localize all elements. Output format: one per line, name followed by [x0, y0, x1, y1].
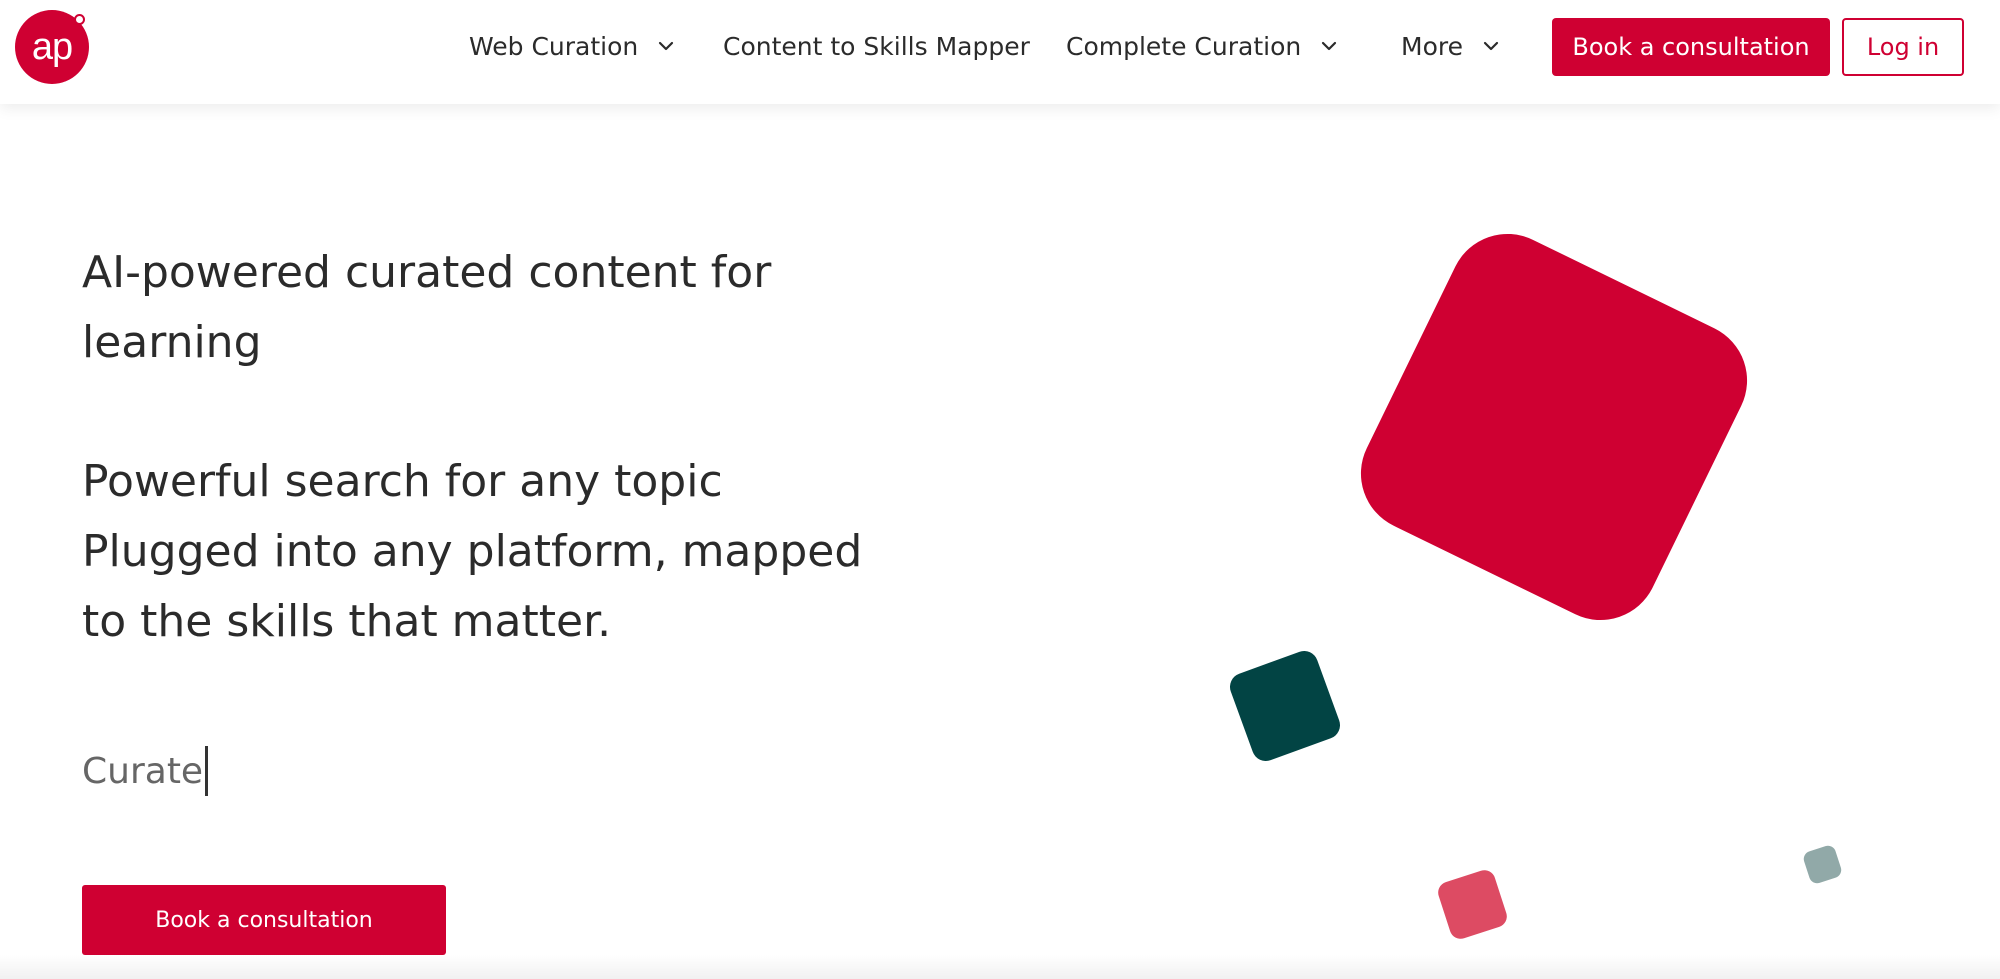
nav-item-label: Complete Curation: [1066, 31, 1302, 61]
chevron-down-icon: [1322, 41, 1337, 51]
nav-item-label: Content to Skills Mapper: [723, 31, 1030, 61]
hero-subtext: Powerful search for any topic Plugged in…: [82, 447, 862, 657]
login-button[interactable]: Log in: [1842, 18, 1964, 76]
typed-word: Curate: [82, 750, 204, 792]
logo-text: ap: [31, 25, 73, 68]
nav-item-web-curation[interactable]: Web Curation: [469, 26, 676, 66]
decorative-grey-square: [1801, 843, 1844, 886]
nav-item-label: Web Curation: [469, 31, 639, 61]
hero-book-consultation-button[interactable]: Book a consultation: [82, 885, 446, 955]
text-caret: [205, 746, 209, 796]
hero-line: to the skills that matter.: [82, 596, 612, 647]
nav-item-complete-curation[interactable]: Complete Curation: [1066, 26, 1339, 66]
hero-line: Plugged into any platform, mapped: [82, 526, 863, 577]
book-consultation-button[interactable]: Book a consultation: [1552, 18, 1830, 76]
nav-item-content-to-skills-mapper[interactable]: Content to Skills Mapper: [723, 26, 1030, 66]
nav-item-more[interactable]: More: [1401, 26, 1501, 66]
site-header: ap Web Curation Content to Skills Mapper…: [0, 0, 2000, 104]
typewriter-text: Curate: [82, 745, 209, 797]
chevron-down-icon: [659, 41, 674, 51]
hero-headline: AI-powered curated content for learning: [82, 247, 772, 368]
page-bottom-edge: [0, 955, 2000, 979]
decorative-large-red-square: [1341, 214, 1767, 640]
decorative-teal-square: [1226, 647, 1344, 765]
logo-dot: [74, 14, 85, 25]
logo[interactable]: ap: [15, 10, 89, 84]
chevron-down-icon: [1483, 41, 1499, 51]
hero-line: Powerful search for any topic: [82, 456, 723, 507]
nav-item-label: More: [1401, 31, 1463, 61]
decorative-pink-square: [1435, 867, 1510, 942]
